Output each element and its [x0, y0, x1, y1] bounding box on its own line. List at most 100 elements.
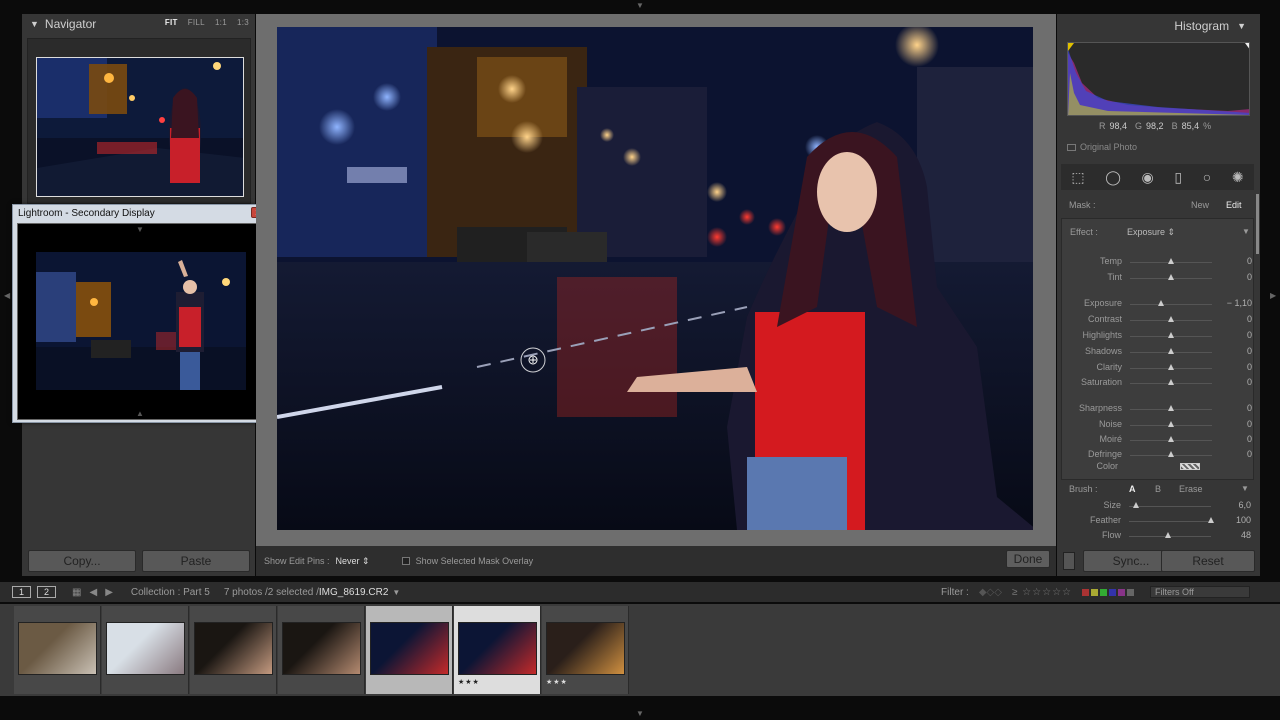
filmstrip-thumbnail[interactable]: ★★★ — [542, 606, 629, 694]
slider-knob[interactable] — [1168, 332, 1174, 338]
histogram-graph[interactable] — [1067, 42, 1250, 116]
edit-pins-dropdown[interactable]: Never ⇕ — [336, 556, 370, 567]
zoom-fill[interactable]: FILL — [188, 18, 205, 27]
slider-knob[interactable] — [1165, 532, 1172, 538]
histogram-header[interactable]: Histogram ▼ — [1174, 19, 1246, 33]
collection-label[interactable]: Collection : Part 5 — [131, 587, 210, 598]
collapse-triangle-icon[interactable]: ▼ — [1237, 19, 1246, 33]
slider-contrast[interactable]: Contrast 0 — [1062, 313, 1252, 327]
slider-value[interactable]: 0 — [1212, 403, 1252, 413]
color-swatch[interactable] — [1180, 463, 1200, 470]
slider-value[interactable]: 0 — [1212, 362, 1252, 372]
slider-value[interactable]: 0 — [1212, 256, 1252, 266]
slider-exposure[interactable]: Exposure − 1,10 — [1062, 297, 1252, 311]
red-label-swatch[interactable] — [1082, 588, 1089, 596]
filmstrip-thumbnail[interactable] — [102, 606, 189, 694]
slider-value[interactable]: 0 — [1212, 419, 1252, 429]
secondary-display-window[interactable]: Lightroom - Secondary Display x ▼ ▲ — [12, 204, 268, 423]
filename[interactable]: IMG_8619.CR2 — [319, 587, 388, 598]
thumbnail-image[interactable] — [458, 622, 537, 675]
filmstrip-thumbnail[interactable]: ★★★ — [454, 606, 541, 694]
slider-value[interactable]: 0 — [1212, 449, 1252, 459]
slider-knob[interactable] — [1168, 405, 1174, 411]
zoom-fit[interactable]: FIT — [165, 18, 178, 27]
slider-knob[interactable] — [1168, 436, 1174, 442]
mask-edit-button[interactable]: Edit — [1226, 200, 1242, 210]
slider-sharpness[interactable]: Sharpness 0 — [1062, 402, 1252, 416]
slider-moir[interactable]: Moiré 0 — [1062, 433, 1252, 447]
filmstrip-thumbnail[interactable] — [278, 606, 365, 694]
filmstrip-thumbnail[interactable] — [366, 606, 453, 694]
filmstrip-thumbnail[interactable] — [190, 606, 277, 694]
slider-value[interactable]: 0 — [1212, 314, 1252, 324]
forward-arrow-icon[interactable]: ▶ — [105, 587, 113, 598]
crop-tool-icon[interactable]: ⬚ — [1071, 169, 1084, 186]
flag-filter-icon[interactable]: ◆◇◇ — [979, 587, 1002, 598]
screen-2-button[interactable]: 2 — [37, 586, 57, 598]
brush-flow-slider[interactable]: Flow 48 — [1061, 529, 1251, 543]
original-photo-toggle[interactable]: Original Photo — [1067, 142, 1137, 152]
slider-knob[interactable] — [1168, 258, 1174, 264]
collapse-triangle-icon[interactable]: ▼ — [30, 19, 39, 29]
slider-value[interactable]: 100 — [1211, 515, 1251, 525]
slider-track[interactable] — [1129, 521, 1211, 522]
left-panel-toggle-icon[interactable]: ◀ — [4, 292, 10, 300]
slider-value[interactable]: 0 — [1212, 272, 1252, 282]
navigator-photo[interactable] — [36, 57, 244, 197]
slider-value[interactable]: 0 — [1212, 346, 1252, 356]
reset-button[interactable]: Reset — [1161, 550, 1255, 572]
secondary-display-titlebar[interactable]: Lightroom - Secondary Display — [13, 205, 267, 222]
navigator-preview[interactable] — [27, 38, 251, 204]
gray-label-swatch[interactable] — [1127, 588, 1134, 596]
main-photo[interactable] — [277, 27, 1033, 530]
slider-value[interactable]: 0 — [1212, 330, 1252, 340]
slider-shadows[interactable]: Shadows 0 — [1062, 345, 1252, 359]
thumbnail-image[interactable] — [546, 622, 625, 675]
slider-knob[interactable] — [1168, 451, 1174, 457]
mask-new-button[interactable]: New — [1191, 200, 1209, 210]
slider-knob[interactable] — [1132, 502, 1139, 508]
filename-dropdown-icon[interactable]: ▼ — [392, 588, 400, 597]
thumbnail-image[interactable] — [370, 622, 449, 675]
slider-track[interactable] — [1130, 304, 1212, 305]
original-photo-checkbox[interactable] — [1067, 143, 1076, 151]
collapse-triangle-icon[interactable]: ▼ — [1241, 484, 1249, 493]
grid-view-icon[interactable]: ▦ — [72, 587, 81, 598]
zoom-1-3[interactable]: 1:3 — [237, 18, 249, 27]
radial-filter-icon[interactable]: ○ — [1203, 169, 1211, 185]
slider-knob[interactable] — [1168, 421, 1174, 427]
slider-knob[interactable] — [1168, 316, 1174, 322]
color-filter[interactable] — [1082, 588, 1134, 596]
thumbnail-image[interactable] — [106, 622, 185, 675]
spot-removal-icon[interactable]: ◯ — [1105, 169, 1121, 186]
slider-knob[interactable] — [1168, 274, 1174, 280]
slider-track[interactable] — [1129, 506, 1211, 507]
graduated-filter-icon[interactable]: ▯ — [1174, 169, 1182, 186]
sync-toggle[interactable] — [1063, 552, 1075, 570]
rating-filter[interactable]: ≥ ☆☆☆☆☆ — [1012, 587, 1072, 598]
slider-clarity[interactable]: Clarity 0 — [1062, 361, 1252, 375]
filmstrip-thumbnail[interactable] — [14, 606, 101, 694]
red-eye-icon[interactable]: ◉ — [1142, 169, 1154, 186]
slider-value[interactable]: 0 — [1212, 434, 1252, 444]
brush-size-slider[interactable]: Size 6,0 — [1061, 499, 1251, 513]
screen-1-button[interactable]: 1 — [12, 586, 32, 598]
right-scrollbar[interactable] — [1256, 194, 1259, 254]
slider-knob[interactable] — [1168, 379, 1174, 385]
back-arrow-icon[interactable]: ◀ — [89, 587, 97, 598]
slider-temp[interactable]: Temp 0 — [1062, 255, 1252, 269]
slider-saturation[interactable]: Saturation 0 — [1062, 376, 1252, 390]
blue-label-swatch[interactable] — [1109, 588, 1116, 596]
slider-value[interactable]: 0 — [1212, 377, 1252, 387]
top-panel-toggle-icon[interactable]: ▼ — [636, 2, 644, 10]
slider-value[interactable]: 6,0 — [1211, 500, 1251, 510]
adjustment-brush-icon[interactable]: ✺ — [1232, 169, 1244, 186]
effect-dropdown[interactable]: Exposure ⇕ — [1127, 227, 1175, 238]
thumbnail-image[interactable] — [194, 622, 273, 675]
purple-label-swatch[interactable] — [1118, 588, 1125, 596]
yellow-label-swatch[interactable] — [1091, 588, 1098, 596]
paste-button[interactable]: Paste — [142, 550, 250, 572]
slider-knob[interactable] — [1168, 348, 1174, 354]
slider-knob[interactable] — [1158, 300, 1165, 306]
filters-off-dropdown[interactable]: Filters Off — [1150, 586, 1250, 598]
